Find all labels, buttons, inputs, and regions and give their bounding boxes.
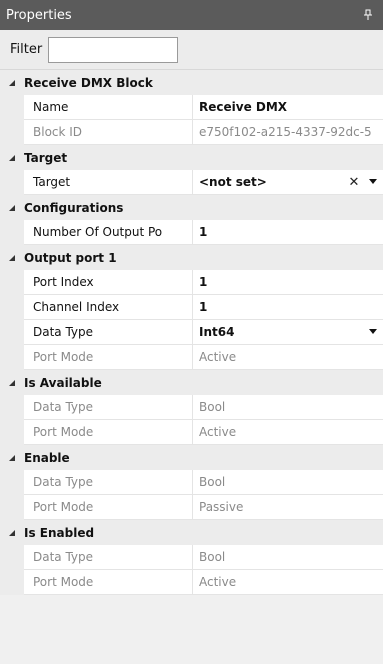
property-value: <not set> <box>199 175 267 189</box>
property-value[interactable]: Receive DMX <box>193 95 383 120</box>
category-title: Receive DMX Block <box>24 75 153 90</box>
property-name: Data Type <box>24 545 193 570</box>
property-value[interactable]: Bool <box>193 545 383 570</box>
property-grid: Receive DMX Block Name Receive DMX Block… <box>0 70 383 595</box>
category-title: Is Available <box>24 375 102 390</box>
property-value: Int64 <box>199 325 235 339</box>
data-type-select[interactable]: Int64 <box>193 320 383 345</box>
property-row-name[interactable]: Name Receive DMX <box>0 95 383 120</box>
property-value[interactable]: Bool <box>193 395 383 420</box>
property-value[interactable]: 1 <box>193 270 383 295</box>
filter-label: Filter <box>10 42 43 57</box>
filter-input[interactable] <box>48 36 179 63</box>
property-name: Data Type <box>24 470 193 495</box>
collapse-triangle-icon[interactable] <box>0 154 24 162</box>
property-name: Block ID <box>24 120 193 145</box>
property-value[interactable]: 1 <box>193 220 383 245</box>
category-output-port-1[interactable]: Output port 1 <box>0 245 383 270</box>
property-row-data-type[interactable]: Data Type Bool <box>0 395 383 420</box>
category-configurations[interactable]: Configurations <box>0 195 383 220</box>
property-row-port-mode[interactable]: Port Mode Passive <box>0 495 383 520</box>
category-title: Is Enabled <box>24 525 95 540</box>
property-row-port-mode[interactable]: Port Mode Active <box>0 345 383 370</box>
filter-bar: Filter <box>0 30 383 70</box>
dropdown-arrow-icon[interactable] <box>369 329 377 334</box>
category-is-enabled[interactable]: Is Enabled <box>0 520 383 545</box>
category-enable[interactable]: Enable <box>0 445 383 470</box>
collapse-triangle-icon[interactable] <box>0 79 24 87</box>
property-row-channel-index[interactable]: Channel Index 1 <box>0 295 383 320</box>
target-select[interactable]: <not set> ✕ <box>193 170 383 195</box>
property-name: Target <box>24 170 193 195</box>
property-row-port-mode[interactable]: Port Mode Active <box>0 420 383 445</box>
property-row-block-id[interactable]: Block ID e750f102-a215-4337-92dc-5 <box>0 120 383 145</box>
category-receive-dmx-block[interactable]: Receive DMX Block <box>0 70 383 95</box>
property-value[interactable]: e750f102-a215-4337-92dc-5 <box>193 120 383 145</box>
category-title: Enable <box>24 450 70 465</box>
collapse-triangle-icon[interactable] <box>0 454 24 462</box>
collapse-triangle-icon[interactable] <box>0 529 24 537</box>
panel-title: Properties <box>6 7 72 23</box>
property-name: Data Type <box>24 395 193 420</box>
property-row-target[interactable]: Target <not set> ✕ <box>0 170 383 195</box>
property-name: Port Mode <box>24 495 193 520</box>
collapse-triangle-icon[interactable] <box>0 379 24 387</box>
property-row-data-type[interactable]: Data Type Bool <box>0 470 383 495</box>
category-is-available[interactable]: Is Available <box>0 370 383 395</box>
property-name: Port Index <box>24 270 193 295</box>
property-value[interactable]: Bool <box>193 470 383 495</box>
dropdown-arrow-icon[interactable] <box>369 179 377 184</box>
property-row-port-index[interactable]: Port Index 1 <box>0 270 383 295</box>
category-target[interactable]: Target <box>0 145 383 170</box>
property-row-port-mode[interactable]: Port Mode Active <box>0 570 383 595</box>
collapse-triangle-icon[interactable] <box>0 254 24 262</box>
pin-icon[interactable] <box>361 8 375 22</box>
property-name: Port Mode <box>24 345 193 370</box>
panel-titlebar: Properties <box>0 0 383 30</box>
property-value[interactable]: Active <box>193 345 383 370</box>
property-value[interactable]: Active <box>193 570 383 595</box>
category-title: Output port 1 <box>24 250 117 265</box>
collapse-triangle-icon[interactable] <box>0 204 24 212</box>
property-name: Number Of Output Po <box>24 220 193 245</box>
property-name: Port Mode <box>24 420 193 445</box>
property-name: Name <box>24 95 193 120</box>
property-value[interactable]: Active <box>193 420 383 445</box>
category-title: Configurations <box>24 200 124 215</box>
property-value[interactable]: 1 <box>193 295 383 320</box>
clear-icon[interactable]: ✕ <box>347 175 361 190</box>
property-name: Data Type <box>24 320 193 345</box>
property-name: Channel Index <box>24 295 193 320</box>
property-row-data-type[interactable]: Data Type Bool <box>0 545 383 570</box>
property-value[interactable]: Passive <box>193 495 383 520</box>
property-row-data-type[interactable]: Data Type Int64 <box>0 320 383 345</box>
property-row-number-of-outputs[interactable]: Number Of Output Po 1 <box>0 220 383 245</box>
category-title: Target <box>24 150 68 165</box>
property-name: Port Mode <box>24 570 193 595</box>
properties-panel: Properties Filter Receive DMX Block Name… <box>0 0 383 664</box>
